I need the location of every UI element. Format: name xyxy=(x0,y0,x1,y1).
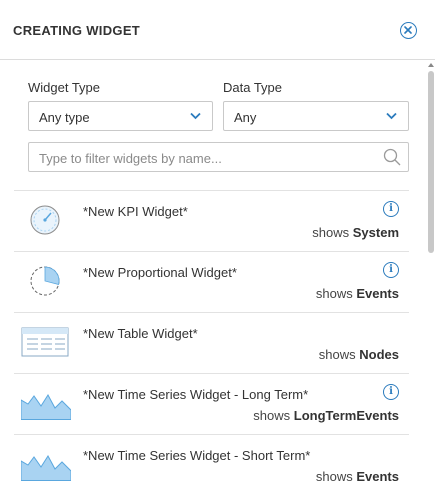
panel-title: CREATING WIDGET xyxy=(13,23,141,38)
shows-prefix: shows xyxy=(315,286,353,301)
scrollbar-thumb[interactable] xyxy=(428,71,434,253)
widget-picker-body: Widget Type Data Type Any type Any *New … xyxy=(0,61,435,493)
widget-name: *New Time Series Widget - Long Term* xyxy=(83,387,309,402)
widget-list-item[interactable]: *New KPI Widget* i shows System xyxy=(14,191,409,252)
data-source-name: Events xyxy=(356,469,399,484)
close-icon xyxy=(404,26,412,34)
chevron-down-icon xyxy=(190,112,201,120)
scrollbar[interactable] xyxy=(428,61,434,493)
pie-chart-icon xyxy=(21,264,69,298)
shows-prefix: shows xyxy=(312,225,350,240)
widget-list-item[interactable]: *New Table Widget* shows Nodes xyxy=(14,313,409,374)
shows-prefix: shows xyxy=(315,469,353,484)
data-source-name: LongTermEvents xyxy=(293,408,399,423)
widget-name: *New Proportional Widget* xyxy=(83,265,237,280)
widget-data-source: shows System xyxy=(312,225,399,240)
data-type-label: Data Type xyxy=(223,80,283,95)
chevron-down-icon xyxy=(386,112,397,120)
close-button[interactable] xyxy=(400,22,417,39)
widget-data-source: shows Events xyxy=(316,469,399,484)
widget-type-label: Widget Type xyxy=(28,80,101,95)
panel-header: CREATING WIDGET xyxy=(0,0,435,60)
search-icon[interactable] xyxy=(383,148,401,166)
info-icon[interactable]: i xyxy=(383,384,399,400)
widget-type-value: Any type xyxy=(39,110,90,125)
widget-search xyxy=(28,142,409,172)
widget-data-source: shows LongTermEvents xyxy=(253,408,399,423)
data-type-value: Any xyxy=(234,110,257,125)
shows-prefix: shows xyxy=(318,347,356,362)
data-type-select[interactable]: Any xyxy=(223,101,409,131)
widget-list-item[interactable]: *New Time Series Widget - Long Term* i sho… xyxy=(14,374,409,435)
area-chart-icon xyxy=(20,447,72,482)
info-icon[interactable]: i xyxy=(383,262,399,278)
data-source-name: Nodes xyxy=(359,347,399,362)
widget-list-item[interactable]: *New Proportional Widget* i shows Events xyxy=(14,252,409,313)
widget-name: *New Table Widget* xyxy=(83,326,198,341)
widget-name: *New KPI Widget* xyxy=(83,204,188,219)
area-chart-icon xyxy=(20,386,72,421)
widget-data-source: shows Nodes xyxy=(319,347,399,362)
data-source-name: System xyxy=(352,225,399,240)
scroll-up-arrow-icon[interactable] xyxy=(428,63,434,67)
shows-prefix: shows xyxy=(253,408,291,423)
search-input[interactable] xyxy=(39,149,379,167)
data-source-name: Events xyxy=(356,286,399,301)
widget-data-source: shows Events xyxy=(316,286,399,301)
table-icon xyxy=(21,325,69,359)
widget-name: *New Time Series Widget - Short Term* xyxy=(83,448,311,463)
kpi-gauge-icon xyxy=(21,203,69,237)
widget-type-select[interactable]: Any type xyxy=(28,101,213,131)
widget-list: *New KPI Widget* i shows System *New Propor… xyxy=(14,190,409,493)
widget-list-item[interactable]: *New Time Series Widget - Short Term* sho… xyxy=(14,435,409,493)
info-icon[interactable]: i xyxy=(383,201,399,217)
